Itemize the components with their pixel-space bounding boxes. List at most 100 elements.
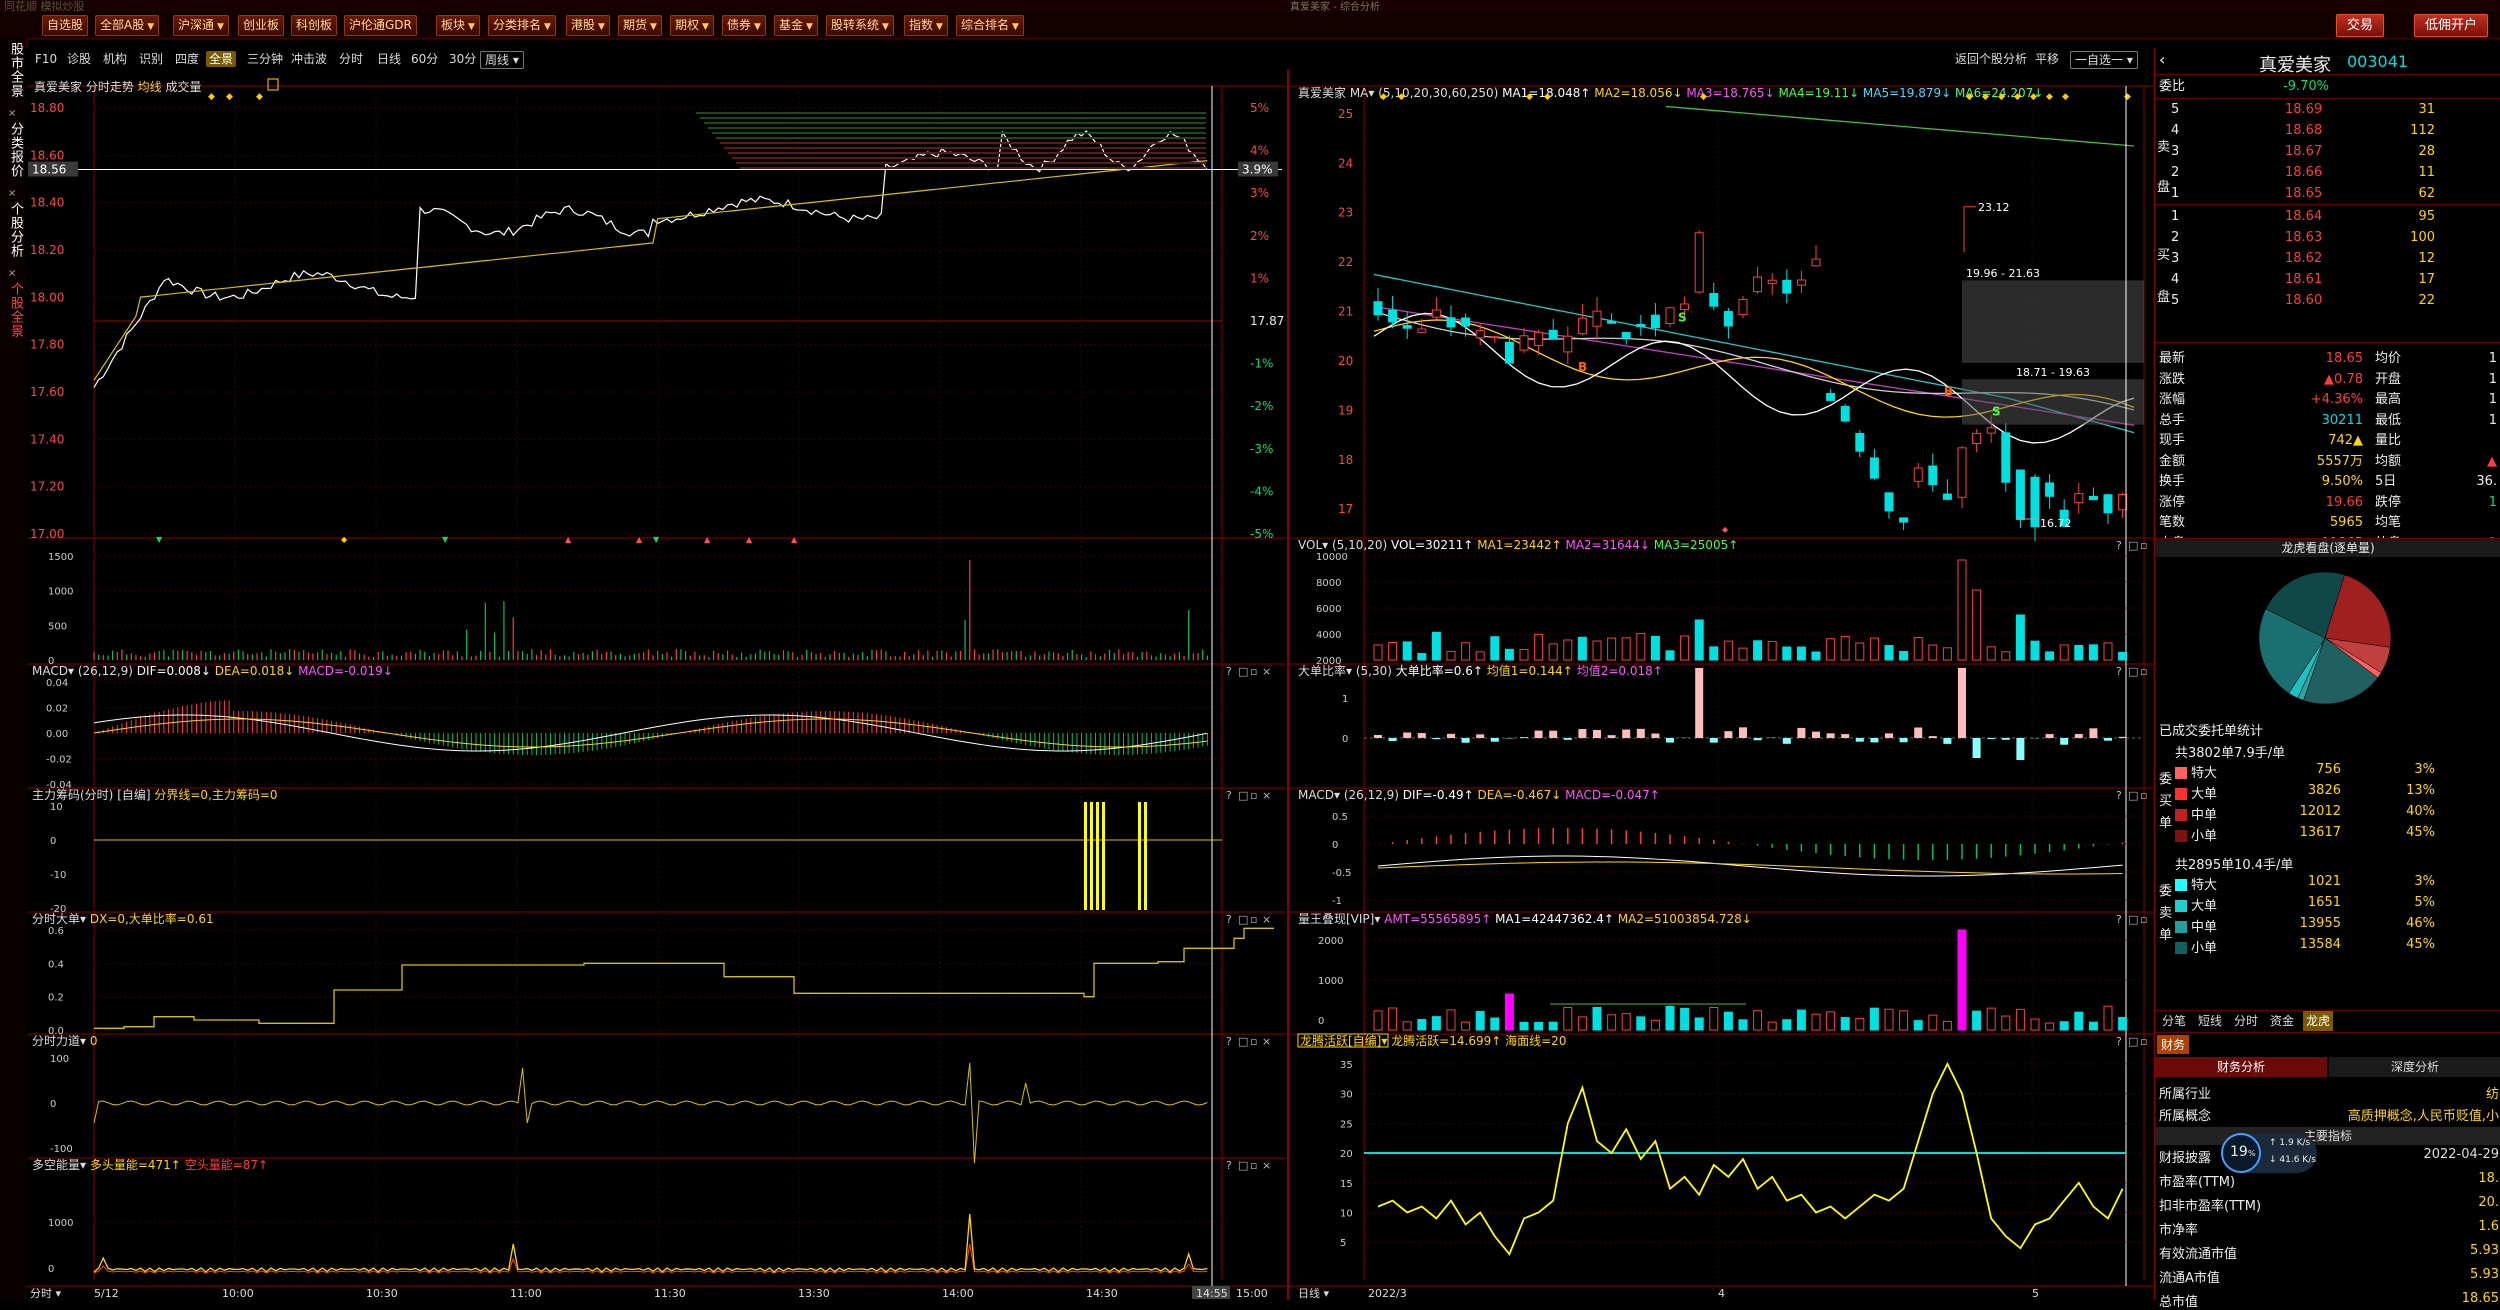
- candle-body[interactable]: [1841, 407, 1849, 421]
- candle-body[interactable]: [1651, 315, 1659, 327]
- menu-item-14[interactable]: 指数▼: [904, 15, 948, 36]
- toolbar-item-9[interactable]: 日线: [374, 51, 404, 67]
- candle-body[interactable]: [1637, 324, 1645, 326]
- restore-icon[interactable]: □: [2128, 665, 2138, 678]
- candle-body[interactable]: [1418, 329, 1426, 332]
- book-row[interactable]: 118.6495: [2155, 206, 2500, 227]
- book-row[interactable]: 218.6611: [2155, 162, 2500, 183]
- bottom-tab-3[interactable]: 资金: [2267, 1011, 2297, 1031]
- book-row[interactable]: 318.6212: [2155, 248, 2500, 269]
- left-tab-0[interactable]: 股市全景: [2, 42, 22, 98]
- candle-body[interactable]: [1374, 302, 1382, 315]
- toolbar-item-0[interactable]: F10: [32, 51, 60, 67]
- event-marker-icon[interactable]: ◆: [2014, 92, 2021, 102]
- candle-body[interactable]: [1593, 311, 1601, 326]
- menu-item-8[interactable]: 港股▼: [566, 15, 610, 36]
- help-icon[interactable]: ?: [2116, 665, 2122, 678]
- menu-item-4[interactable]: 科创板: [291, 15, 337, 36]
- candle-body[interactable]: [1666, 308, 1674, 324]
- candle-body[interactable]: [1578, 318, 1586, 333]
- close-icon[interactable]: ×: [1262, 913, 1271, 926]
- left-tab-2[interactable]: 个股分析: [2, 202, 22, 258]
- candle-body[interactable]: [1783, 280, 1791, 293]
- candle-body[interactable]: [1929, 466, 1937, 485]
- left-tab-3[interactable]: 个股全景: [2, 282, 22, 338]
- restore-icon[interactable]: □: [1238, 913, 1248, 926]
- candle-body[interactable]: [1505, 342, 1513, 363]
- max-icon[interactable]: ▫: [2140, 789, 2147, 802]
- menu-item-1[interactable]: 全部A股▼: [95, 15, 159, 36]
- event-marker-icon[interactable]: ◆: [1380, 92, 1387, 102]
- close-icon[interactable]: ×: [1262, 789, 1271, 802]
- network-speed-widget[interactable]: 19%↑ 1.9 K/s↓ 41.6 K/s: [2221, 1133, 2317, 1173]
- event-marker-icon[interactable]: ◆: [208, 92, 215, 102]
- event-marker-icon[interactable]: ◆: [1966, 92, 1973, 102]
- toolbar-item-11[interactable]: 30分: [446, 51, 479, 67]
- close-icon[interactable]: ×: [1262, 665, 1271, 678]
- event-marker-icon[interactable]: ◆: [1700, 92, 1707, 102]
- toolbar-item-4[interactable]: 四度: [172, 51, 202, 67]
- event-marker-icon[interactable]: ◆: [1526, 92, 1533, 102]
- event-marker-icon[interactable]: ◆: [1982, 92, 1989, 102]
- event-marker-icon[interactable]: ◆: [1544, 92, 1551, 102]
- left-tab-1[interactable]: 分类报价: [2, 122, 22, 178]
- restore-icon[interactable]: □: [1238, 789, 1248, 802]
- candle-body[interactable]: [1900, 518, 1908, 522]
- candle-body[interactable]: [1973, 433, 1981, 443]
- candle-body[interactable]: [1739, 299, 1747, 314]
- restore-icon[interactable]: □: [2128, 913, 2138, 926]
- depth-analysis-tab[interactable]: 深度分析: [2329, 1057, 2500, 1077]
- toolbar-item-2[interactable]: 机构: [100, 51, 130, 67]
- menu-item-11[interactable]: 债券▼: [722, 15, 766, 36]
- bottom-tab-1[interactable]: 短线: [2195, 1011, 2225, 1031]
- restore-icon[interactable]: □: [2128, 1035, 2138, 1048]
- candle-body[interactable]: [1885, 493, 1893, 511]
- candle-body[interactable]: [1564, 336, 1572, 352]
- menu-item-3[interactable]: 创业板: [238, 15, 284, 36]
- book-row[interactable]: 518.6931: [2155, 99, 2500, 120]
- open-account-button[interactable]: 低佣开户: [2414, 14, 2488, 37]
- max-icon[interactable]: ▫: [2140, 539, 2147, 552]
- book-row[interactable]: 418.68112: [2155, 120, 2500, 141]
- toolbar-item-8[interactable]: 分时: [336, 51, 366, 67]
- candle-body[interactable]: [1754, 277, 1762, 292]
- toolbar-item-5[interactable]: 全景: [206, 51, 236, 67]
- candle-body[interactable]: [1856, 433, 1864, 451]
- candle-body[interactable]: [1943, 494, 1951, 499]
- candle-body[interactable]: [1608, 321, 1616, 323]
- menu-item-0[interactable]: 自选股: [42, 15, 88, 36]
- candle-body[interactable]: [2002, 433, 2010, 482]
- event-marker-icon[interactable]: ◆: [256, 92, 263, 102]
- candle-body[interactable]: [2104, 495, 2112, 513]
- menu-item-12[interactable]: 基金▼: [774, 15, 818, 36]
- candle-body[interactable]: [2075, 494, 2083, 503]
- max-icon[interactable]: ▫: [2140, 1035, 2147, 1048]
- toolbar-item-3[interactable]: 识别: [136, 51, 166, 67]
- candle-body[interactable]: [1914, 468, 1922, 481]
- help-icon[interactable]: ?: [1226, 789, 1232, 802]
- candle-body[interactable]: [1958, 448, 1966, 497]
- toolbar-item-6[interactable]: 三分钟: [244, 51, 286, 67]
- restore-icon[interactable]: □: [1238, 1159, 1248, 1172]
- toolbar-item-7[interactable]: 冲击波: [288, 51, 330, 67]
- back-arrow-icon[interactable]: ‹: [2159, 50, 2165, 69]
- help-icon[interactable]: ?: [2116, 539, 2122, 552]
- restore-icon[interactable]: □: [1238, 665, 1248, 678]
- book-row[interactable]: 518.6022: [2155, 290, 2500, 311]
- candle-body[interactable]: [1724, 311, 1732, 326]
- close-icon[interactable]: ×: [8, 268, 16, 279]
- max-icon[interactable]: ▫: [1250, 789, 1257, 802]
- event-marker-icon[interactable]: ◆: [2124, 92, 2131, 102]
- book-row[interactable]: 418.6117: [2155, 269, 2500, 290]
- candle-body[interactable]: [1710, 294, 1718, 307]
- candle-body[interactable]: [1768, 280, 1776, 283]
- book-row[interactable]: 118.6562: [2155, 183, 2500, 204]
- restore-icon[interactable]: □: [1238, 1035, 1248, 1048]
- max-icon[interactable]: ▫: [2140, 913, 2147, 926]
- candle-body[interactable]: [1462, 318, 1470, 326]
- candle-body[interactable]: [1681, 304, 1689, 310]
- bottom-tab-2[interactable]: 分时: [2231, 1011, 2261, 1031]
- finance-tab[interactable]: 财务: [2157, 1035, 2189, 1054]
- help-icon[interactable]: ?: [1226, 665, 1232, 678]
- event-marker-icon[interactable]: ◆: [2046, 92, 2053, 102]
